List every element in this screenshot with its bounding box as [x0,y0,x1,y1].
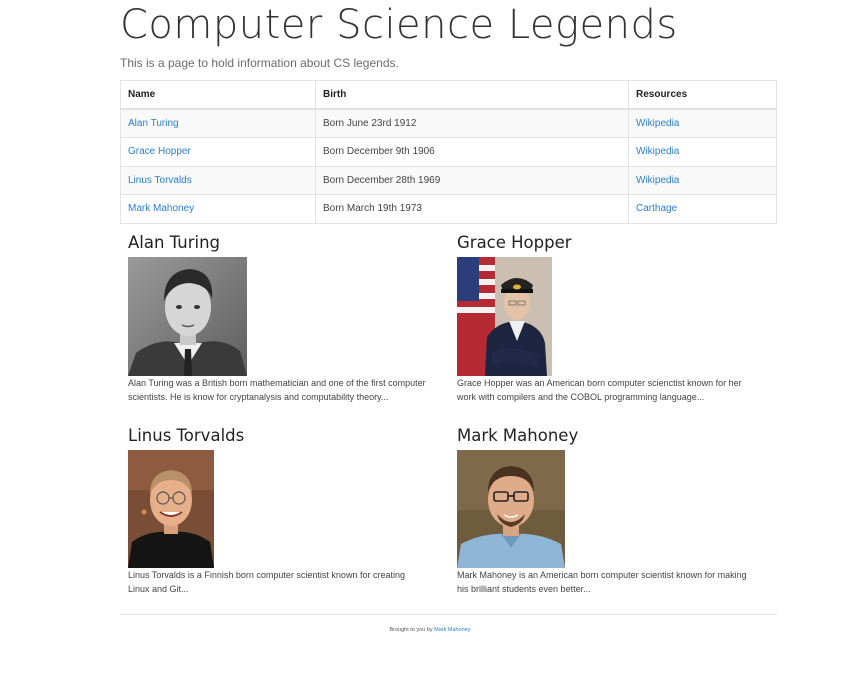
resource-cell: Wikipedia [628,165,777,195]
resource-cell: Wikipedia [628,137,777,167]
name-cell: Grace Hopper [120,137,316,167]
resource-link[interactable]: Carthage [636,203,677,214]
name-link[interactable]: Alan Turing [128,118,179,129]
column-header-birth: Birth [315,80,629,110]
name-link[interactable]: Mark Mahoney [128,203,194,214]
table-header-row: Name Birth Resources [120,80,777,110]
grace-hopper-photo [457,257,552,376]
birth-cell: Born December 9th 1906 [315,137,629,167]
resource-link[interactable]: Wikipedia [636,175,679,186]
table-row: Linus Torvalds Born December 28th 1969 W… [120,165,777,195]
bio-heading: Mark Mahoney [457,426,579,445]
bio-heading: Alan Turing [128,233,221,252]
footer-author-link[interactable]: Mark Mahoney [434,627,470,633]
footer-prefix: Brought to you by [389,627,433,633]
bio-card-linus-torvalds: Linus Torvalds Linus Torvalds is a Finni… [128,426,438,597]
table-row: Grace Hopper Born December 9th 1906 Wiki… [120,137,777,167]
bio-text: Linus Torvalds is a Finnish born compute… [128,570,405,594]
name-cell: Linus Torvalds [120,165,316,195]
linus-torvalds-photo [128,450,214,568]
legends-table: Name Birth Resources Alan Turing Born Ju… [120,80,777,224]
bio-text: Mark Mahoney is an American born compute… [457,570,747,594]
birth-cell: Born March 19th 1973 [315,194,629,224]
mark-mahoney-photo [457,450,565,568]
name-cell: Mark Mahoney [120,194,316,224]
resource-link[interactable]: Wikipedia [636,118,679,129]
name-link[interactable]: Grace Hopper [128,146,191,157]
birth-cell: Born December 28th 1969 [315,165,629,195]
footer-divider [120,614,777,615]
bio-card-mark-mahoney: Mark Mahoney Mark Mahoney is an American… [457,426,767,597]
bio-text: Grace Hopper was an American born comput… [457,378,742,402]
footer: Brought to you by Mark Mahoney [0,627,860,633]
column-header-resources: Resources [628,80,777,110]
resource-cell: Wikipedia [628,108,777,138]
page-title: Computer Science Legends [120,2,678,48]
birth-cell: Born June 23rd 1912 [315,108,629,138]
bio-card-grace-hopper: Grace Hopper Grace Hopper was an America… [457,233,767,405]
column-header-name: Name [120,80,316,110]
bio-text: Alan Turing was a British born mathemati… [128,378,426,402]
alan-turing-photo [128,257,247,376]
bio-heading: Linus Torvalds [128,426,245,445]
resource-cell: Carthage [628,194,777,224]
name-cell: Alan Turing [120,108,316,138]
resource-link[interactable]: Wikipedia [636,146,679,157]
bio-card-alan-turing: Alan Turing Alan Turing was a British bo… [128,233,438,405]
bio-heading: Grace Hopper [457,233,572,252]
name-link[interactable]: Linus Torvalds [128,175,192,186]
table-row: Alan Turing Born June 23rd 1912 Wikipedi… [120,108,777,138]
table-row: Mark Mahoney Born March 19th 1973 Cartha… [120,194,777,224]
page-subtitle: This is a page to hold information about… [120,56,399,70]
